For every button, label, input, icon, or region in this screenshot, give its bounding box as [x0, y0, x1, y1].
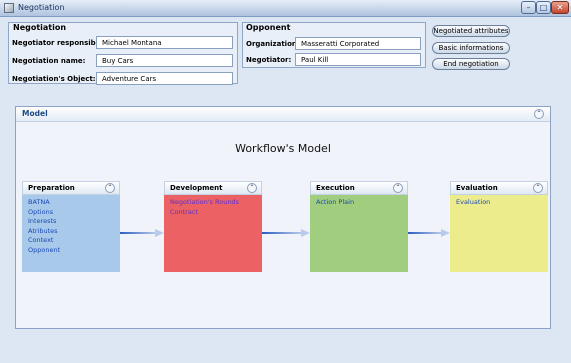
- stage-evaluation[interactable]: Evaluation ⌃ Evaluation: [450, 181, 548, 272]
- workflow-title: Workflow's Model: [235, 142, 331, 155]
- basic-informations-button[interactable]: Basic informations: [432, 42, 510, 54]
- close-icon: ✕: [556, 3, 564, 12]
- negotiation-section-title: Negotiation: [13, 23, 67, 32]
- stage-item-negotiation-rounds[interactable]: Negotiation's Rounds: [170, 198, 256, 208]
- organization-label: Organization:: [246, 40, 300, 48]
- minimize-icon: –: [526, 3, 531, 12]
- stage-item-options[interactable]: Options: [28, 208, 114, 218]
- stage-preparation-header: Preparation ⌃: [22, 181, 120, 195]
- stage-execution-body: Action Plain: [310, 195, 408, 272]
- negotiator-responsible-field[interactable]: [96, 36, 233, 49]
- stage-item-atributes[interactable]: Atributes: [28, 227, 114, 237]
- title-bar: Negotiation – □ ✕: [0, 0, 571, 17]
- stage-execution-title: Execution: [316, 184, 355, 192]
- app-icon: [4, 3, 14, 13]
- model-collapse-button[interactable]: ⌃: [534, 109, 544, 119]
- model-header: Model ⌃: [16, 107, 550, 122]
- stage-item-contract[interactable]: Contract: [170, 208, 256, 218]
- stage-execution[interactable]: Execution ⌃ Action Plain: [310, 181, 408, 272]
- stage-development-body: Negotiation's Rounds Contract: [164, 195, 262, 272]
- negotiation-name-field[interactable]: [96, 54, 233, 67]
- negotiation-object-field[interactable]: [96, 72, 233, 85]
- maximize-icon: □: [539, 3, 548, 12]
- stage-item-context[interactable]: Context: [28, 236, 114, 246]
- negotiator-label: Negotiator:: [246, 56, 292, 64]
- negotiation-object-label: Negotiation's Object:: [12, 75, 96, 83]
- negotiated-attributes-button[interactable]: Negotiated attributes: [432, 25, 510, 37]
- stage-development[interactable]: Development ⌃ Negotiation's Rounds Contr…: [164, 181, 262, 272]
- close-button[interactable]: ✕: [551, 1, 569, 14]
- model-title: Model: [22, 109, 48, 118]
- negotiation-panel: Negotiation Negotiator responsible: Nego…: [8, 22, 238, 85]
- chevron-up-icon: ⌃: [395, 184, 401, 191]
- stage-preparation-collapse-button[interactable]: ⌃: [105, 183, 115, 193]
- stage-item-batna[interactable]: BATNA: [28, 198, 114, 208]
- stage-execution-header: Execution ⌃: [310, 181, 408, 195]
- window-title: Negotiation: [18, 3, 65, 12]
- stage-development-header: Development ⌃: [164, 181, 262, 195]
- window-client: Negotiation Negotiator responsible: Nego…: [0, 17, 571, 363]
- minimize-button[interactable]: –: [521, 1, 536, 14]
- stage-evaluation-collapse-button[interactable]: ⌃: [533, 183, 543, 193]
- organization-field[interactable]: [295, 37, 421, 50]
- stage-evaluation-body: Evaluation: [450, 195, 548, 272]
- stage-evaluation-header: Evaluation ⌃: [450, 181, 548, 195]
- stage-item-interests[interactable]: Interests: [28, 217, 114, 227]
- arrow-execution-to-evaluation: [408, 229, 450, 237]
- arrow-preparation-to-development: [120, 229, 164, 237]
- chevron-up-icon: ⌃: [535, 184, 541, 191]
- opponent-panel: Opponent Organization: Negotiator:: [242, 22, 426, 68]
- chevron-up-icon: ⌃: [249, 184, 255, 191]
- chevron-up-icon: ⌃: [536, 110, 542, 117]
- stage-evaluation-title: Evaluation: [456, 184, 498, 192]
- opponent-section-title: Opponent: [246, 23, 291, 32]
- stage-item-evaluation[interactable]: Evaluation: [456, 198, 542, 208]
- negotiation-name-label: Negotiation name:: [12, 57, 86, 65]
- stage-preparation-title: Preparation: [28, 184, 75, 192]
- negotiator-responsible-label: Negotiator responsible:: [12, 39, 106, 47]
- stage-item-opponent[interactable]: Opponent: [28, 246, 114, 256]
- stage-item-action-plain[interactable]: Action Plain: [316, 198, 402, 208]
- stage-execution-collapse-button[interactable]: ⌃: [393, 183, 403, 193]
- end-negotiation-button[interactable]: End negotiation: [432, 58, 510, 70]
- stage-development-collapse-button[interactable]: ⌃: [247, 183, 257, 193]
- stage-preparation[interactable]: Preparation ⌃ BATNA Options Interests At…: [22, 181, 120, 272]
- model-panel: Model ⌃ Workflow's Model Preparation ⌃ B…: [15, 106, 551, 329]
- maximize-button[interactable]: □: [536, 1, 551, 14]
- stage-development-title: Development: [170, 184, 223, 192]
- negotiator-field[interactable]: [295, 53, 421, 66]
- stage-preparation-body: BATNA Options Interests Atributes Contex…: [22, 195, 120, 272]
- chevron-up-icon: ⌃: [107, 184, 113, 191]
- arrow-development-to-execution: [262, 229, 310, 237]
